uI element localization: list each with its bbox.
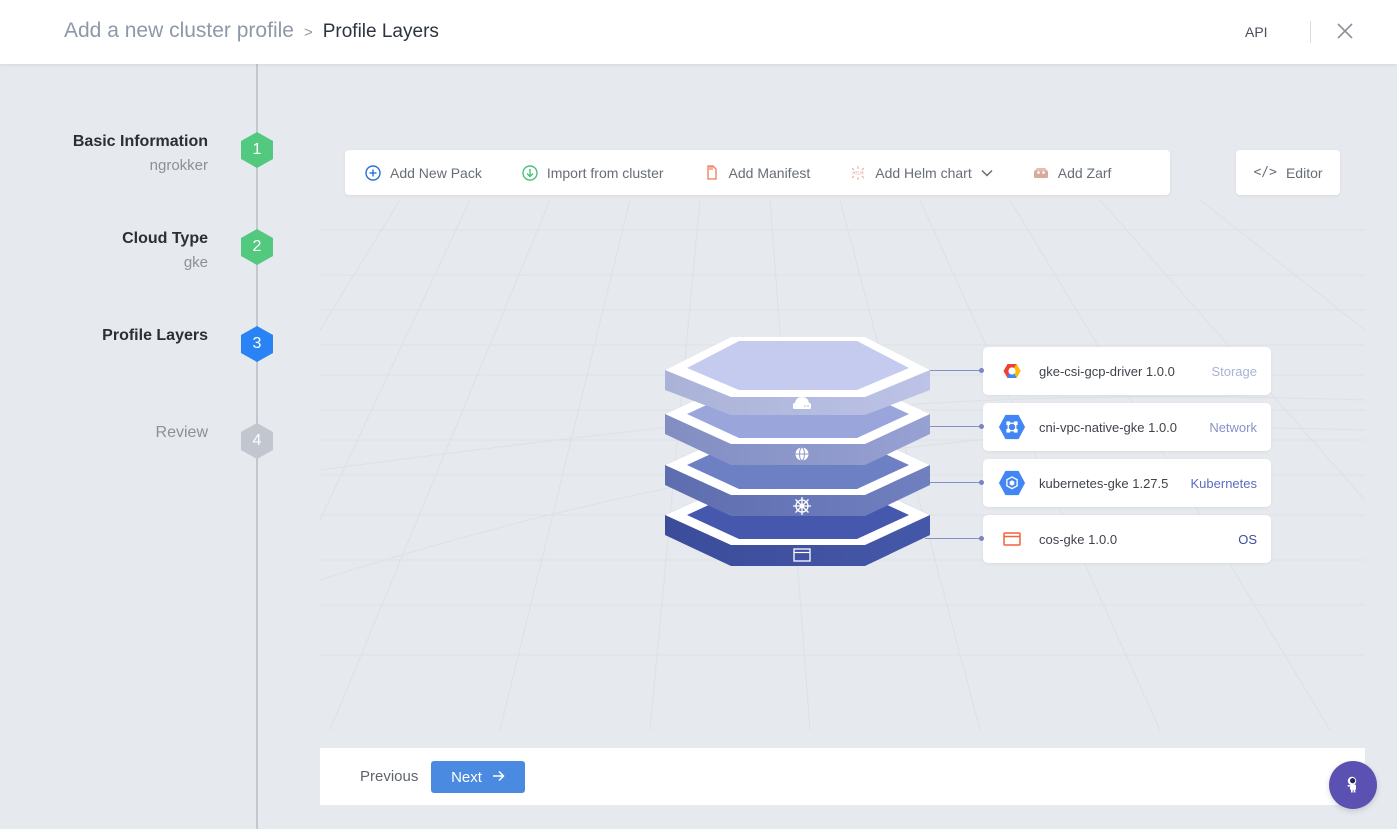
vpc-network-icon [998, 413, 1026, 441]
assistant-button[interactable] [1329, 761, 1377, 809]
editor-button[interactable]: </> Editor [1236, 150, 1340, 195]
layer-name: kubernetes-gke 1.27.5 [1039, 475, 1169, 491]
layer-type: OS [1238, 531, 1257, 547]
step-badge: 3 [241, 326, 273, 362]
step-title: Review [155, 424, 208, 441]
breadcrumb-separator: > [303, 24, 313, 41]
add-new-pack-button[interactable]: Add New Pack [365, 165, 482, 181]
layer-type: Network [1209, 419, 1257, 435]
add-new-pack-label: Add New Pack [390, 164, 482, 181]
layer-card-network[interactable]: cni-vpc-native-gke 1.0.0 Network [983, 403, 1271, 451]
next-button[interactable]: Next [431, 761, 525, 793]
wizard-footer: Previous Next [320, 748, 1365, 805]
chevron-down-icon[interactable] [981, 169, 993, 177]
layer-name: gke-csi-gcp-driver 1.0.0 [1039, 363, 1175, 379]
add-helm-chart-label: Add Helm chart [875, 164, 972, 181]
svg-text:HELM: HELM [853, 170, 865, 175]
download-circle-icon [522, 164, 538, 181]
layer-type: Storage [1211, 363, 1257, 379]
step-profile-layers[interactable]: Profile Layers [102, 327, 208, 345]
step-badge: 1 [241, 132, 273, 168]
page-header: Add a new cluster profile > Profile Laye… [0, 0, 1397, 64]
editor-label: Editor [1285, 164, 1323, 181]
kubernetes-helm-icon [793, 497, 811, 515]
previous-button[interactable]: Previous [360, 768, 418, 785]
stack-layer-storage[interactable] [665, 337, 930, 415]
step-basic-information[interactable]: Basic Information ngrokker [73, 133, 208, 174]
manifest-file-icon [704, 165, 720, 181]
step-badge: 4 [241, 423, 273, 459]
close-icon [1337, 23, 1353, 39]
add-zarf-label: Add Zarf [1057, 164, 1112, 181]
layer-card-os[interactable]: cos-gke 1.0.0 OS [983, 515, 1271, 563]
breadcrumb-parent[interactable]: Add a new cluster profile [64, 19, 294, 43]
gke-icon [998, 469, 1026, 497]
step-subtitle: ngrokker [149, 157, 208, 174]
page-title: Profile Layers [322, 21, 439, 42]
connector-dot [979, 536, 984, 541]
breadcrumb: Add a new cluster profile > Profile Laye… [64, 19, 439, 43]
globe-icon [795, 447, 809, 461]
add-manifest-button[interactable]: Add Manifest [704, 164, 811, 181]
connector-line [925, 538, 983, 539]
add-manifest-label: Add Manifest [728, 164, 811, 181]
plus-circle-icon [365, 164, 381, 181]
step-review: Review [156, 424, 208, 442]
zarf-box-icon [1033, 165, 1049, 181]
connector-line [930, 426, 983, 427]
close-button[interactable] [1335, 21, 1355, 41]
add-zarf-button[interactable]: Add Zarf [1033, 164, 1112, 181]
layer-name: cos-gke 1.0.0 [1039, 531, 1118, 547]
connector-line [930, 482, 983, 483]
layer-stack [665, 335, 935, 570]
connector-dot [979, 368, 984, 373]
layer-type: Kubernetes [1190, 475, 1258, 491]
step-badge: 2 [241, 229, 273, 265]
step-subtitle: gke [183, 254, 208, 271]
layer-name: cni-vpc-native-gke 1.0.0 [1039, 419, 1178, 435]
step-cloud-type[interactable]: Cloud Type gke [122, 230, 208, 271]
layer-card-kubernetes[interactable]: kubernetes-gke 1.27.5 Kubernetes [983, 459, 1271, 507]
google-cloud-icon [998, 357, 1026, 385]
import-from-cluster-button[interactable]: Import from cluster [522, 165, 664, 181]
step-title: Cloud Type [122, 230, 208, 247]
arrow-right-icon [492, 769, 505, 786]
astronaut-icon [1347, 776, 1357, 793]
os-window-icon [998, 525, 1026, 553]
helm-icon: HELM [850, 165, 866, 181]
add-helm-chart-button[interactable]: HELM Add Helm chart [850, 164, 993, 181]
step-title: Basic Information [72, 133, 208, 150]
connector-dot [979, 480, 984, 485]
next-label: Next [451, 768, 482, 786]
connector-line [930, 370, 983, 371]
layer-card-storage[interactable]: gke-csi-gcp-driver 1.0.0 Storage [983, 347, 1271, 395]
connector-dot [979, 424, 984, 429]
header-divider [1310, 21, 1311, 43]
step-title: Profile Layers [102, 327, 208, 344]
pack-toolbar: Add New Pack Import from cluster Add Man… [345, 150, 1170, 195]
api-link[interactable]: API [1245, 24, 1268, 40]
code-icon: </> [1253, 165, 1277, 180]
import-from-cluster-label: Import from cluster [546, 164, 664, 181]
